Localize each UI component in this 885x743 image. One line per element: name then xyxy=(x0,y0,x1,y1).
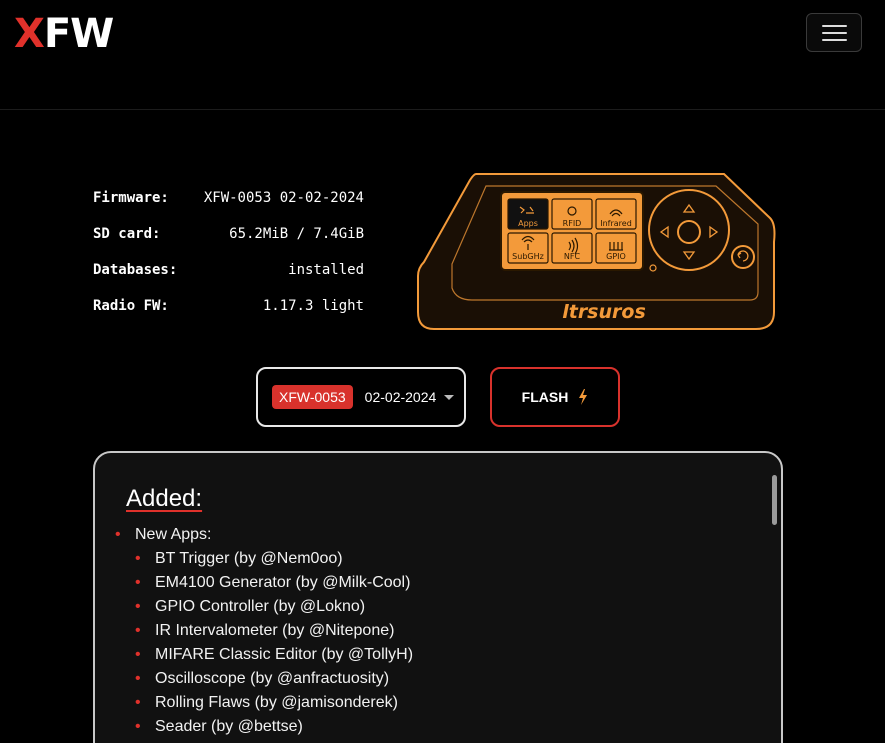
lightning-icon xyxy=(579,389,588,405)
info-value: 1.17.3 light xyxy=(262,298,364,314)
firmware-version-select[interactable]: XFW-0053 02-02-2024 xyxy=(256,367,466,427)
list-item: IR Intervalometer (by @Nitepone) xyxy=(135,619,413,643)
hamburger-menu-button[interactable] xyxy=(806,13,862,52)
list-item: GPIO Controller (by @Lokno) xyxy=(135,595,413,619)
info-value: 65.2MiB / 7.4GiB xyxy=(229,226,364,242)
changelog-group: New Apps: BT Trigger (by @Nem0oo) EM4100… xyxy=(115,523,413,739)
firmware-date: 02-02-2024 xyxy=(364,389,437,405)
info-key: Radio FW: xyxy=(93,298,169,314)
info-key: SD card: xyxy=(93,226,161,242)
list-item: EM4100 Generator (by @Milk-Cool) xyxy=(135,571,413,595)
logo-x: X xyxy=(14,11,45,57)
list-item: BT Trigger (by @Nem0oo) xyxy=(135,547,413,571)
flash-button[interactable]: FLASH xyxy=(490,367,620,427)
app-label-infrared: Infrared xyxy=(600,219,632,228)
list-item: Oscilloscope (by @anfractuosity) xyxy=(135,667,413,691)
info-key: Databases: xyxy=(93,262,178,278)
xfw-logo[interactable]: XFW xyxy=(14,11,114,57)
list-item: Rolling Flaws (by @jamisonderek) xyxy=(135,691,413,715)
flipper-device-illustration: Apps RFID Infrared SubGHz NFC GPIO ltrsu… xyxy=(417,173,776,330)
info-row-firmware: Firmware: XFW-0053 02-02-2024 xyxy=(93,187,364,223)
device-info-panel: Firmware: XFW-0053 02-02-2024 SD card: 6… xyxy=(93,187,364,331)
list-item: Seader (by @bettse) xyxy=(135,715,413,739)
changelog-list: New Apps: BT Trigger (by @Nem0oo) EM4100… xyxy=(115,523,413,739)
app-label-rfid: RFID xyxy=(563,219,582,228)
info-value: XFW-0053 02-02-2024 xyxy=(203,190,364,206)
info-row-databases: Databases: installed xyxy=(93,259,364,295)
app-label-apps: Apps xyxy=(518,219,538,228)
chevron-down-icon xyxy=(444,394,455,400)
menu-bar-icon xyxy=(822,32,847,34)
changelog-panel: Added: New Apps: BT Trigger (by @Nem0oo)… xyxy=(93,451,783,743)
logo-fw: FW xyxy=(43,11,114,57)
firmware-badge: XFW-0053 xyxy=(272,385,353,409)
menu-bar-icon xyxy=(822,25,847,27)
app-label-gpio: GPIO xyxy=(606,252,626,261)
changelog-group-label: New Apps: xyxy=(135,526,212,543)
flash-label: FLASH xyxy=(521,389,569,405)
info-key: Firmware: xyxy=(93,190,169,206)
app-label-subghz: SubGHz xyxy=(512,252,544,261)
changelog-title: Added: xyxy=(126,485,203,512)
changelog-sublist: BT Trigger (by @Nem0oo) EM4100 Generator… xyxy=(135,547,413,739)
menu-bar-icon xyxy=(822,39,847,41)
app-label-nfc: NFC xyxy=(564,252,581,261)
info-row-sd-card: SD card: 65.2MiB / 7.4GiB xyxy=(93,223,364,259)
info-value: installed xyxy=(288,262,364,278)
list-item: MIFARE Classic Editor (by @TollyH) xyxy=(135,643,413,667)
changelog-scrollbar[interactable] xyxy=(772,475,777,525)
device-name: ltrsuros xyxy=(562,301,646,323)
navbar: XFW xyxy=(0,0,885,110)
info-row-radio-fw: Radio FW: 1.17.3 light xyxy=(93,295,364,331)
